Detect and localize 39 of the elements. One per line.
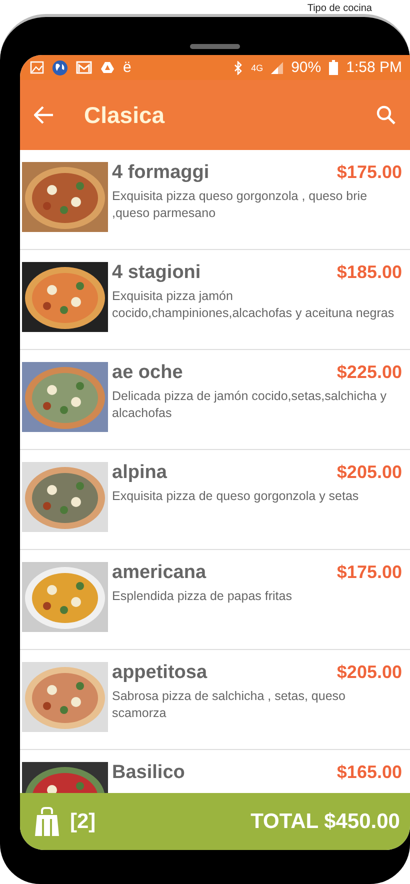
pizza-description: Delicada pizza de jamón cocido,setas,salchicha y alcachofas	[112, 388, 388, 422]
pizza-price: $185.00	[336, 262, 402, 283]
pizza-name: alpina	[112, 462, 167, 484]
pizza-description: Sabrosa pizza de salchicha , setas, queso scamorza	[112, 688, 346, 722]
pizza-name: 4 stagioni	[112, 262, 201, 284]
pizza-name: americana	[112, 562, 206, 584]
pizza-description: Exquisita pizza jamón cocido,champiniones,alcachofas y aceituna negras	[112, 288, 396, 322]
pizza-price: $205.00	[336, 462, 402, 483]
search-button[interactable]	[376, 105, 396, 125]
pizza-description: Exquisita pizza de queso gorgonzola y setas	[112, 488, 360, 505]
cart-count: [2]	[70, 810, 96, 834]
battery-level: 90%	[291, 59, 322, 76]
signal-icon	[271, 62, 284, 74]
pizza-description: Exquisita pizza queso gorgonzola , queso brie ,queso parmesano	[112, 188, 368, 222]
mail-icon	[76, 61, 92, 74]
pizza-name: Basilico	[112, 762, 185, 784]
screen-title: Clasica	[84, 102, 165, 128]
clock: 1:58 PM	[346, 59, 402, 76]
back-button[interactable]	[34, 106, 54, 124]
pizza-price: $175.00	[336, 162, 402, 183]
caption: Tipo de cocina	[307, 3, 372, 14]
pizza-name: appetitosa	[112, 662, 208, 684]
shopping-bag-icon	[34, 806, 60, 836]
speaker-grille	[190, 44, 240, 49]
triangle-icon	[100, 61, 115, 74]
app-glyph: ë	[123, 59, 132, 76]
pizza-price: $165.00	[336, 762, 402, 783]
globe-icon	[52, 60, 68, 76]
pizza-price: $205.00	[336, 662, 402, 683]
network-type: 4G	[251, 62, 264, 72]
pizza-name: ae oche	[112, 362, 183, 384]
bluetooth-icon	[234, 60, 244, 74]
battery-icon	[329, 60, 338, 75]
cart-total: TOTAL $450.00	[250, 810, 400, 834]
pizza-description: Esplendida pizza de papas fritas	[112, 588, 293, 605]
image-icon	[30, 61, 44, 74]
pizza-price: $175.00	[336, 562, 402, 583]
pizza-name: 4 formaggi	[112, 162, 210, 184]
pizza-price: $225.00	[336, 362, 402, 383]
